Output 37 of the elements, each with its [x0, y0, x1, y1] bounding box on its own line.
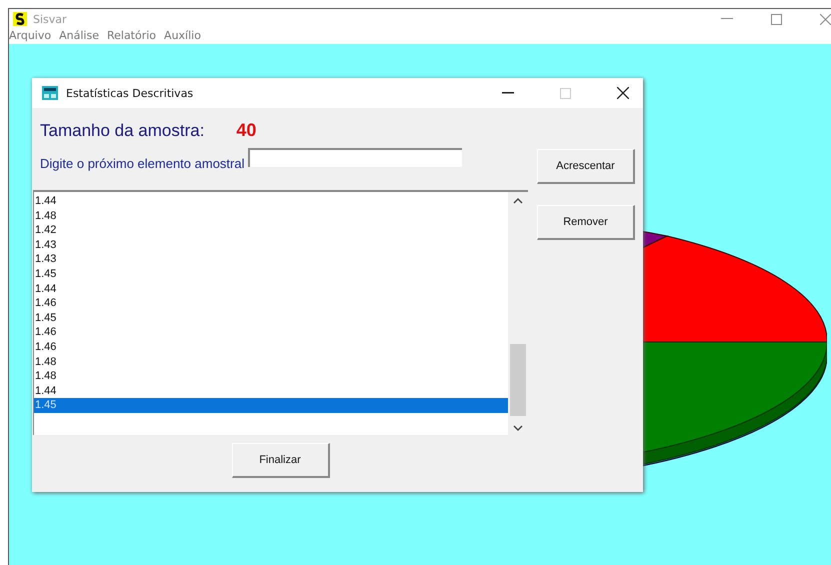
calculator-icon	[42, 86, 58, 100]
list-item[interactable]: 1.46	[34, 340, 508, 355]
list-item[interactable]: 1.44	[34, 384, 508, 398]
menu-item[interactable]: Relatório	[106, 29, 156, 43]
list-item[interactable]: 1.43	[34, 252, 508, 267]
list-item[interactable]: 1.44	[34, 282, 508, 296]
list-item[interactable]: 1.43	[34, 238, 508, 252]
list-item[interactable]: 1.45	[34, 266, 508, 282]
input-field[interactable]	[248, 148, 462, 167]
menu-item[interactable]: Auxílio	[164, 29, 201, 43]
list-item[interactable]: 1.48	[34, 354, 508, 370]
scrollbar-thumb[interactable]	[510, 344, 526, 416]
finish-button[interactable]: Finalizar	[232, 443, 330, 478]
scroll-up-icon[interactable]	[513, 198, 523, 204]
app-logo-icon	[13, 12, 27, 26]
menu-item[interactable]: Análise	[59, 29, 99, 43]
window-title: Sisvar	[33, 12, 67, 26]
minimize-icon[interactable]	[502, 92, 514, 94]
sample-size-label: Tamanho da amostra:	[40, 121, 204, 141]
add-button[interactable]: Acrescentar	[537, 149, 635, 184]
list-item[interactable]: 1.45	[34, 398, 508, 413]
list-item[interactable]: 1.46	[34, 296, 508, 311]
input-label: Digite o próximo elemento amostral	[40, 155, 244, 171]
maximize-icon[interactable]	[771, 14, 782, 24]
list-item[interactable]: 1.45	[34, 310, 508, 326]
sample-size-value: 40	[236, 120, 256, 141]
remove-button[interactable]: Remover	[537, 205, 635, 240]
list-item[interactable]: 1.48	[34, 369, 508, 384]
list-item[interactable]: 1.48	[34, 208, 508, 224]
close-icon[interactable]	[617, 87, 629, 99]
menu-item[interactable]: Arquivo	[9, 29, 52, 43]
scroll-down-icon[interactable]	[513, 425, 523, 431]
maximize-icon	[560, 88, 571, 98]
list-item[interactable]: 1.46	[34, 325, 508, 340]
dialog-title: Estatísticas Descritivas	[66, 86, 194, 100]
list-item[interactable]: 1.42	[34, 223, 508, 238]
list-item[interactable]: 1.44	[34, 194, 508, 209]
